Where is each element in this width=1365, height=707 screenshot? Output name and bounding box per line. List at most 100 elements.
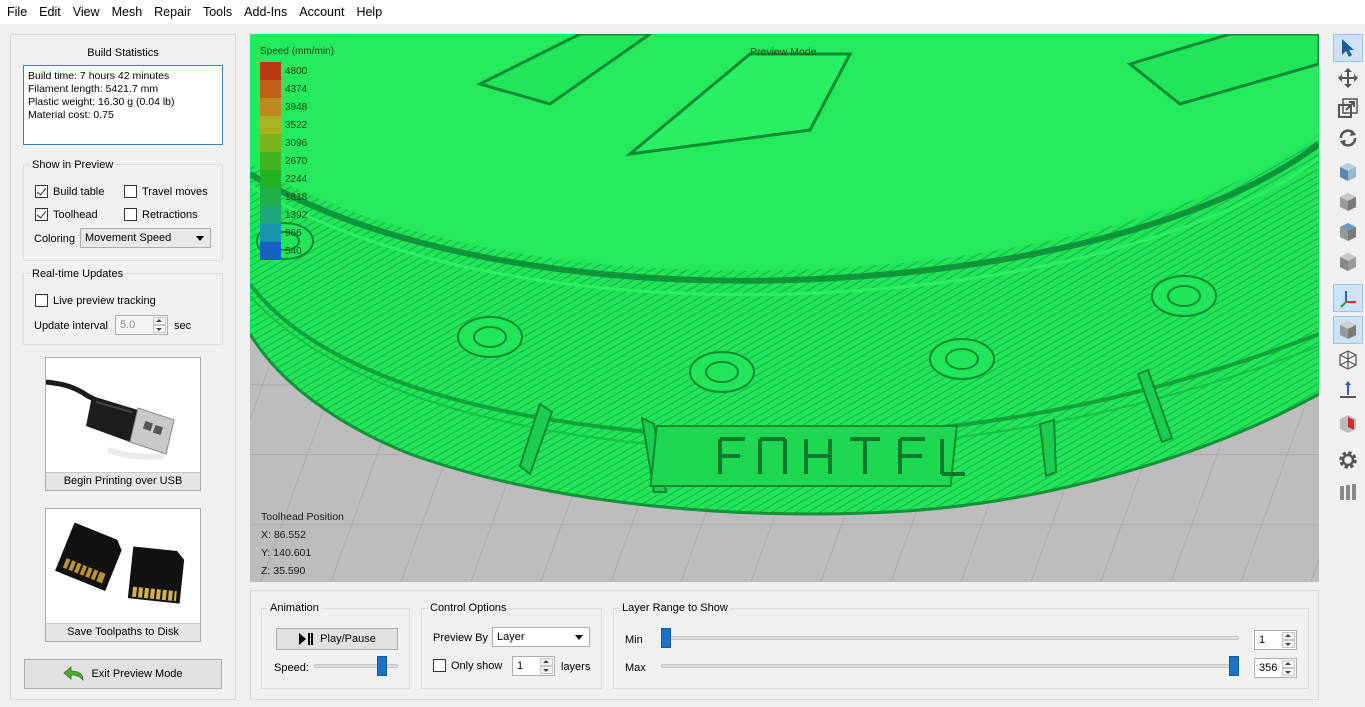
max-layer-slider-track[interactable] <box>661 664 1239 668</box>
stat-build-time: Build time: 7 hours 42 minutes <box>28 70 170 82</box>
max-layer-spinbox[interactable]: 356 <box>1254 658 1297 678</box>
only-show-option[interactable]: Only show <box>433 659 502 672</box>
max-label: Max <box>625 662 646 674</box>
legend-swatch <box>260 116 281 134</box>
live-tracking-option[interactable]: Live preview tracking <box>35 294 156 307</box>
move-icon[interactable] <box>1333 64 1363 92</box>
toolhead-position-title: Toolhead Position <box>261 511 344 523</box>
max-layer-value: 356 <box>1259 662 1278 674</box>
legend-row: 4800 <box>260 62 307 80</box>
build-statistics-title: Build Statistics <box>87 47 159 59</box>
save-toolpaths-label: Save Toolpaths to Disk <box>46 623 200 641</box>
view-top-icon[interactable] <box>1333 188 1363 216</box>
spin-arrows-icon[interactable] <box>540 658 553 674</box>
menu-mesh[interactable]: Mesh <box>106 0 149 24</box>
build-statistics-box: Build time: 7 hours 42 minutes Filament … <box>23 65 223 145</box>
animation-group: Animation Play/Pause Speed: <box>261 602 410 689</box>
legend-value: 4800 <box>285 65 308 77</box>
max-layer-slider-handle[interactable] <box>1229 656 1239 676</box>
view-side-icon[interactable] <box>1333 218 1363 246</box>
save-toolpaths-button[interactable]: Save Toolpaths to Disk <box>45 508 201 642</box>
coloring-select[interactable]: Movement Speed <box>80 228 211 248</box>
view-iso-icon[interactable] <box>1333 248 1363 276</box>
legend-value: 3522 <box>285 119 308 131</box>
preview-by-label: Preview By <box>433 632 489 644</box>
live-tracking-checkbox[interactable] <box>35 294 48 307</box>
layer-range-group: Layer Range to Show Min 1 Max 356 <box>613 602 1309 689</box>
update-interval-label: Update interval <box>34 320 108 332</box>
legend-swatch <box>260 134 281 152</box>
retractions-checkbox[interactable] <box>124 208 137 221</box>
update-interval-value: 5.0 <box>120 319 136 331</box>
columns-icon[interactable] <box>1333 478 1363 506</box>
left-panel: Build Statistics Build time: 7 hours 42 … <box>10 34 236 700</box>
play-pause-button[interactable]: Play/Pause <box>276 628 398 650</box>
menu-edit[interactable]: Edit <box>33 0 67 24</box>
legend-swatch <box>260 188 281 206</box>
update-interval-spinbox[interactable]: 5.0 <box>115 315 168 335</box>
exit-preview-label: Exit Preview Mode <box>91 668 183 680</box>
legend-value: 2670 <box>285 155 308 167</box>
retractions-label: Retractions <box>142 208 198 221</box>
rotate-icon[interactable] <box>1333 124 1363 152</box>
spin-arrows-icon[interactable] <box>153 317 166 333</box>
only-show-layers-spinbox[interactable]: 1 <box>512 656 555 676</box>
build-table-checkbox[interactable] <box>35 185 48 198</box>
begin-printing-usb-button[interactable]: Begin Printing over USB <box>45 357 201 491</box>
select-arrow-icon[interactable] <box>1333 34 1363 62</box>
travel-moves-option[interactable]: Travel moves <box>124 185 208 198</box>
legend-swatch <box>260 242 281 260</box>
toolhead-checkbox[interactable] <box>35 208 48 221</box>
view-front-icon[interactable] <box>1333 158 1363 186</box>
menu-file[interactable]: File <box>1 0 33 24</box>
menu-view[interactable]: View <box>67 0 106 24</box>
min-layer-spinbox[interactable]: 1 <box>1254 630 1297 650</box>
preview-by-select[interactable]: Layer <box>492 627 590 647</box>
build-table-option[interactable]: Build table <box>35 185 104 198</box>
spin-arrows-icon[interactable] <box>1282 660 1295 676</box>
retractions-option[interactable]: Retractions <box>124 208 198 221</box>
legend-swatch <box>260 62 281 80</box>
legend-row: 3096 <box>260 134 307 152</box>
back-arrow-icon <box>63 666 84 682</box>
cut-icon[interactable] <box>1333 410 1363 438</box>
axes-icon[interactable] <box>1333 284 1363 312</box>
normal-icon[interactable] <box>1333 376 1363 404</box>
toolhead-option[interactable]: Toolhead <box>35 208 98 221</box>
min-layer-slider-handle[interactable] <box>661 628 671 648</box>
speed-label: Speed: <box>274 662 309 674</box>
menu-repair[interactable]: Repair <box>148 0 197 24</box>
legend-row: 1818 <box>260 188 307 206</box>
only-show-checkbox[interactable] <box>433 659 446 672</box>
min-layer-slider-track[interactable] <box>661 636 1239 640</box>
menu-account[interactable]: Account <box>293 0 350 24</box>
stat-plastic-weight: Plastic weight: 16.30 g (0.04 lb) <box>28 96 175 108</box>
travel-moves-checkbox[interactable] <box>124 185 137 198</box>
menu-help[interactable]: Help <box>350 0 388 24</box>
chevron-down-icon <box>575 635 583 640</box>
show-in-preview-title: Show in Preview <box>30 159 116 171</box>
legend-value: 4374 <box>285 83 308 95</box>
solid-view-icon[interactable] <box>1333 316 1363 344</box>
wireframe-view-icon[interactable] <box>1333 346 1363 374</box>
spin-arrows-icon[interactable] <box>1282 632 1295 648</box>
scale-icon[interactable] <box>1333 94 1363 122</box>
play-pause-icon <box>299 633 314 645</box>
legend-row: 2670 <box>260 152 307 170</box>
3d-preview-viewport[interactable]: Speed (mm/min) 4800 4374 3948 3522 3096 2670 2… <box>250 34 1319 582</box>
exit-preview-button[interactable]: Exit Preview Mode <box>24 659 222 689</box>
min-layer-value: 1 <box>1259 634 1266 646</box>
toolhead-x: X: 86.552 <box>261 529 306 541</box>
menu-add-ins[interactable]: Add-Ins <box>238 0 293 24</box>
only-show-value: 1 <box>517 660 524 672</box>
preview-by-value: Layer <box>497 631 525 643</box>
sd-card-icon <box>46 509 200 623</box>
menu-tools[interactable]: Tools <box>197 0 238 24</box>
legend-value: 1392 <box>285 209 308 221</box>
control-options-group: Control Options Preview By Layer Only sh… <box>421 602 602 689</box>
legend-row: 4374 <box>260 80 307 98</box>
speed-slider-handle[interactable] <box>376 656 387 676</box>
settings-gear-icon[interactable] <box>1333 446 1363 474</box>
travel-moves-label: Travel moves <box>142 185 208 198</box>
bottom-controls: Animation Play/Pause Speed: Control Opti… <box>250 590 1319 700</box>
